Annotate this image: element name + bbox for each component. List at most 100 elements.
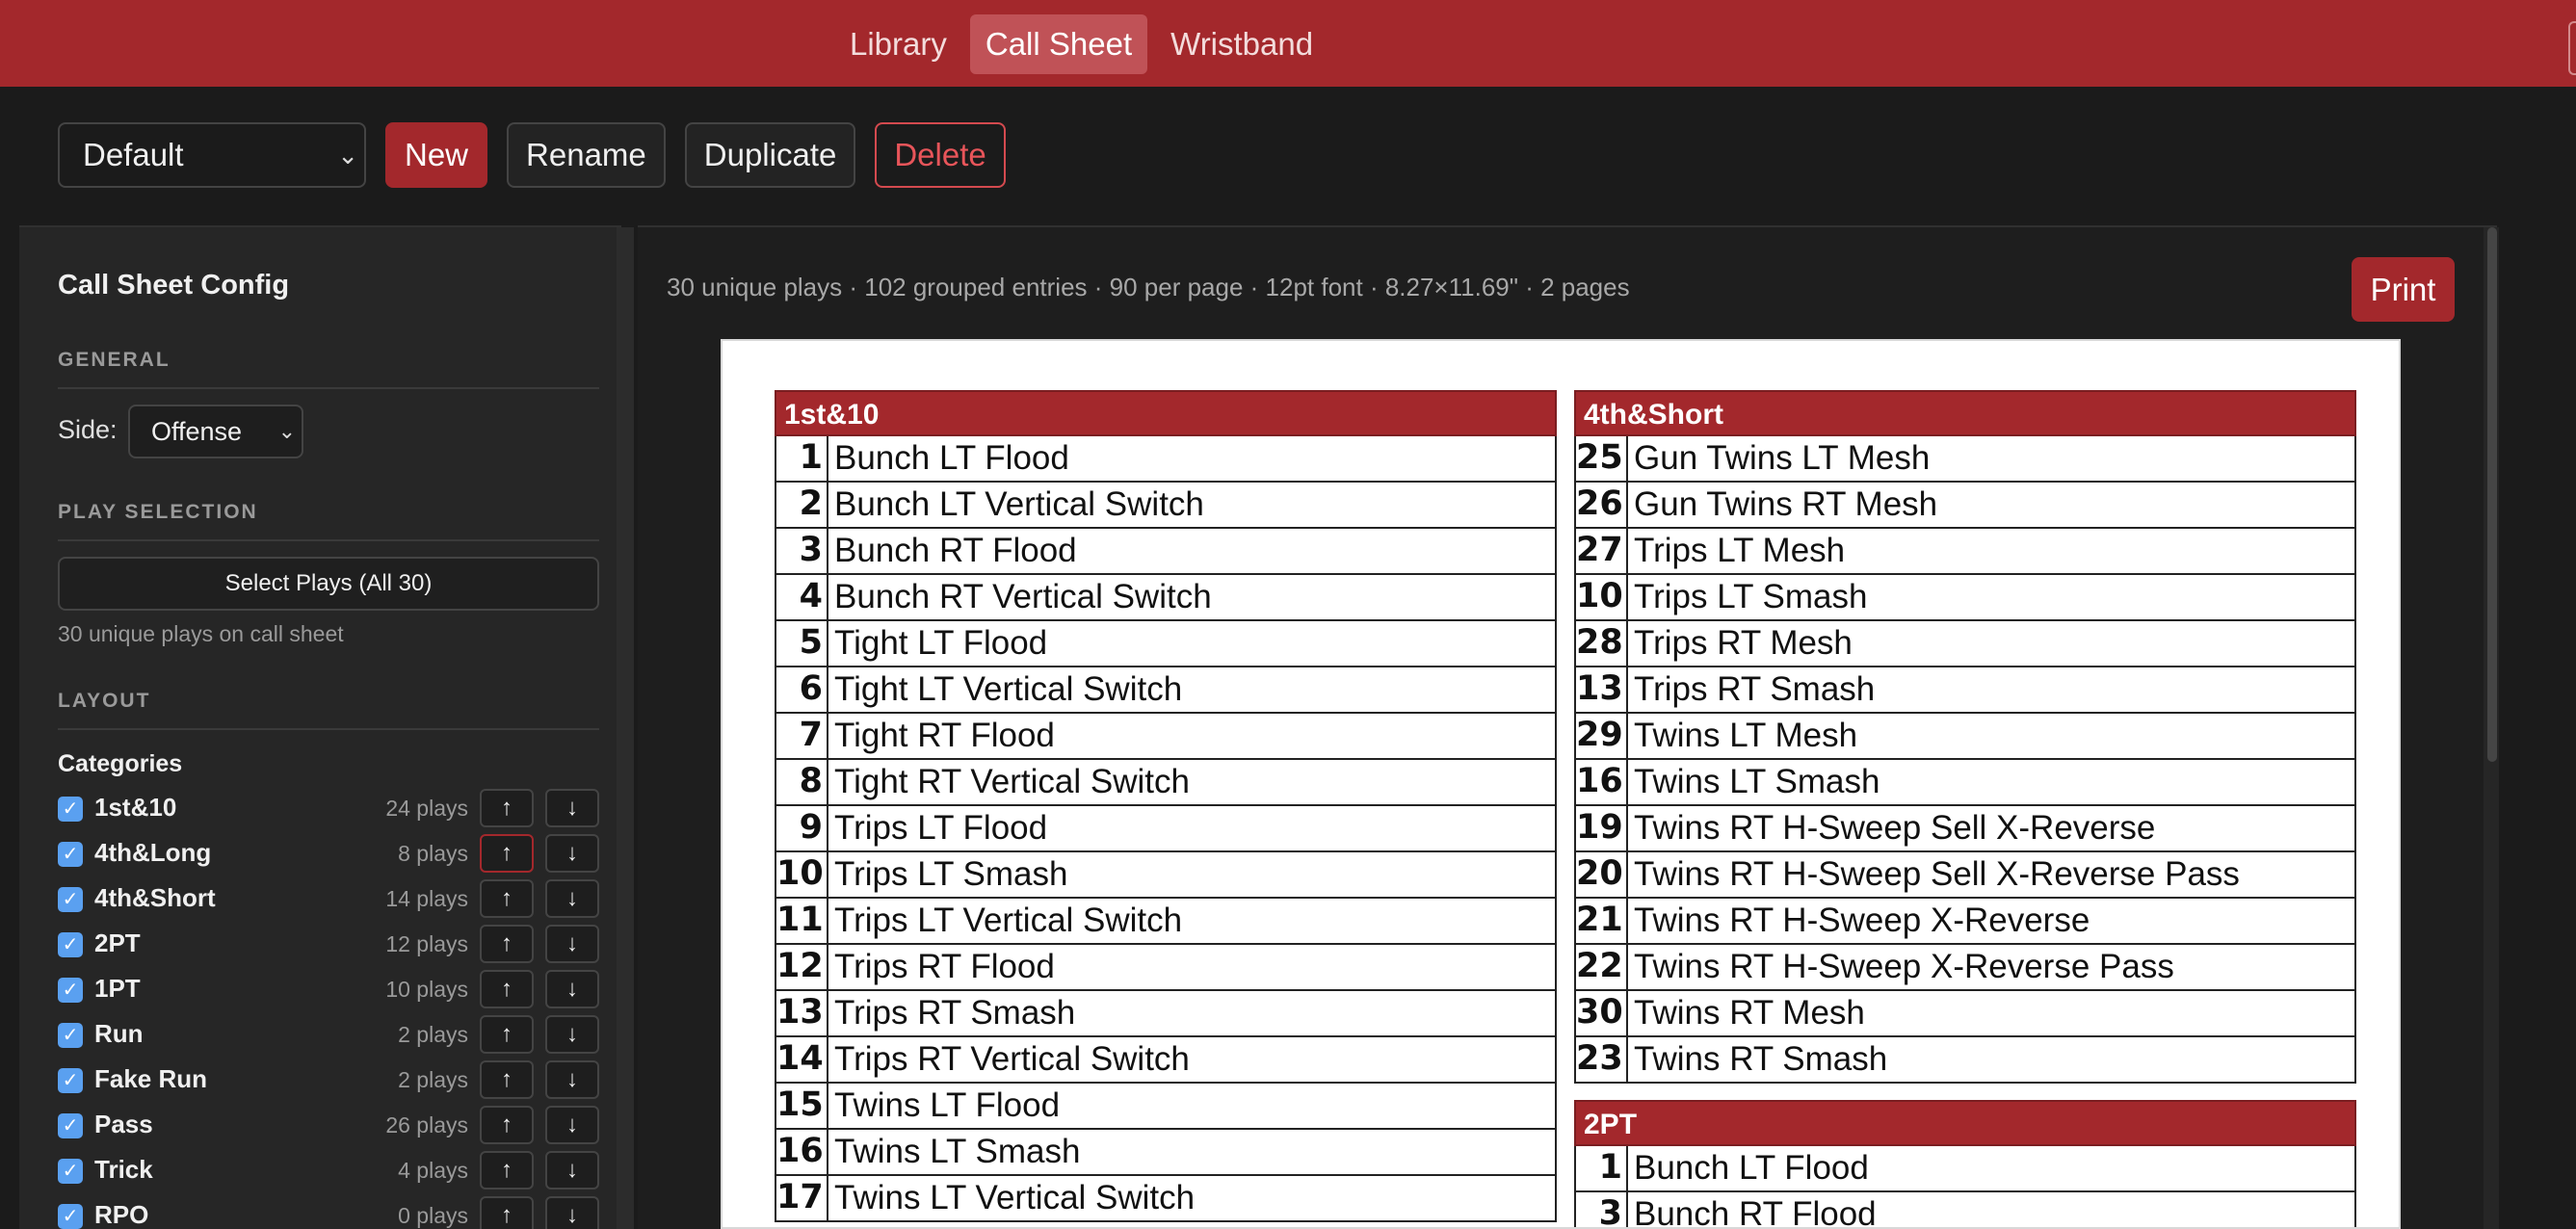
category-name: Fake Run xyxy=(94,1064,208,1093)
category-row: ✓ Run 2 plays ↑ ↓ xyxy=(58,1015,599,1054)
category-checkbox[interactable]: ✓ xyxy=(58,932,83,957)
play-number: 10 xyxy=(776,852,828,897)
new-button[interactable]: New xyxy=(385,122,488,188)
category-checkbox[interactable]: ✓ xyxy=(58,1068,83,1093)
move-down-button[interactable]: ↓ xyxy=(545,1015,599,1054)
arrow-down-icon: ↓ xyxy=(566,1111,578,1137)
sheet-row: 20 Twins RT H-Sweep Sell X-Reverse Pass xyxy=(1574,852,2356,899)
category-checkbox[interactable]: ✓ xyxy=(58,1159,83,1184)
move-up-button[interactable]: ↑ xyxy=(480,1060,534,1099)
move-down-button[interactable]: ↓ xyxy=(545,1106,599,1144)
category-checkbox[interactable]: ✓ xyxy=(58,978,83,1003)
rename-button[interactable]: Rename xyxy=(507,122,666,188)
move-up-button[interactable]: ↑ xyxy=(480,1196,534,1229)
nav-tabs: Library Call Sheet Wristband xyxy=(834,14,1328,74)
category-checkbox[interactable]: ✓ xyxy=(58,1113,83,1138)
play-name: Tight LT Flood xyxy=(834,624,1048,662)
sheet-row: 10 Trips LT Smash xyxy=(775,852,1557,899)
play-number: 13 xyxy=(776,991,828,1035)
move-up-button[interactable]: ↑ xyxy=(480,879,534,918)
category-checkbox[interactable]: ✓ xyxy=(58,1023,83,1048)
select-plays-button[interactable]: Select Plays (All 30) xyxy=(58,557,599,611)
sheet-row: 26 Gun Twins RT Mesh xyxy=(1574,483,2356,529)
sheet-row: 28 Trips RT Mesh xyxy=(1574,621,2356,667)
play-name: Twins LT Mesh xyxy=(1634,717,1858,754)
play-name: Trips LT Mesh xyxy=(1634,532,1846,569)
duplicate-button[interactable]: Duplicate xyxy=(684,122,856,188)
category-row: ✓ Trick 4 plays ↑ ↓ xyxy=(58,1151,599,1190)
category-row: ✓ 4th&Short 14 plays ↑ ↓ xyxy=(58,879,599,918)
move-up-button[interactable]: ↑ xyxy=(480,1106,534,1144)
play-number: 21 xyxy=(1576,899,1628,943)
move-up-button[interactable]: ↑ xyxy=(480,834,534,873)
sidebar-scrollbar[interactable] xyxy=(617,227,634,1229)
sheet-row: 17 Twins LT Vertical Switch xyxy=(775,1176,1557,1222)
move-up-button[interactable]: ↑ xyxy=(480,1151,534,1190)
call-sheet-page: 1st&10 1 Bunch LT Flood 2 Bunch LT Vertical … xyxy=(721,339,2401,1229)
side-select[interactable]: Offense ⌄ xyxy=(128,405,303,458)
category-play-count: 8 plays xyxy=(398,841,468,866)
category-name: Trick xyxy=(94,1155,153,1184)
arrow-up-icon: ↑ xyxy=(501,976,513,1002)
category-checkbox[interactable]: ✓ xyxy=(58,842,83,867)
sheet-row: 29 Twins LT Mesh xyxy=(1574,714,2356,760)
call-sheet-toolbar: Default ⌄ New Rename Duplicate Delete xyxy=(58,122,1006,188)
play-number: 12 xyxy=(776,945,828,989)
tab-library[interactable]: Library xyxy=(834,14,962,74)
sheet-row: 11 Trips LT Vertical Switch xyxy=(775,899,1557,945)
play-name: Twins RT H-Sweep X-Reverse Pass xyxy=(1634,948,2174,985)
play-name: Tight RT Vertical Switch xyxy=(834,763,1190,800)
arrow-up-icon: ↑ xyxy=(501,795,513,821)
sheet-row: 14 Trips RT Vertical Switch xyxy=(775,1037,1557,1084)
category-row: ✓ 1PT 10 plays ↑ ↓ xyxy=(58,970,599,1008)
move-down-button[interactable]: ↓ xyxy=(545,834,599,873)
move-up-button[interactable]: ↑ xyxy=(480,789,534,827)
play-name: Trips LT Smash xyxy=(1634,578,1868,615)
play-name: Trips LT Vertical Switch xyxy=(834,902,1183,939)
move-up-button[interactable]: ↑ xyxy=(480,925,534,963)
arrow-down-icon: ↓ xyxy=(566,1202,578,1228)
play-number: 14 xyxy=(776,1037,828,1082)
section-divider xyxy=(58,728,599,730)
play-name: Trips LT Smash xyxy=(834,855,1068,893)
tab-call-sheet[interactable]: Call Sheet xyxy=(969,14,1148,74)
play-name: Twins LT Smash xyxy=(1634,763,1880,800)
arrow-up-icon: ↑ xyxy=(501,885,513,911)
chevron-down-icon: ⌄ xyxy=(337,141,358,170)
play-number: 5 xyxy=(776,621,828,666)
play-number: 4 xyxy=(776,575,828,619)
play-name: Twins LT Flood xyxy=(834,1086,1061,1124)
category-play-count: 24 plays xyxy=(385,796,468,821)
sheet-row: 22 Twins RT H-Sweep X-Reverse Pass xyxy=(1574,945,2356,991)
move-down-button[interactable]: ↓ xyxy=(545,879,599,918)
play-name: Trips RT Smash xyxy=(1634,670,1876,708)
move-up-button[interactable]: ↑ xyxy=(480,1015,534,1054)
sheet-row: 1 Bunch LT Flood xyxy=(775,436,1557,483)
move-down-button[interactable]: ↓ xyxy=(545,970,599,1008)
print-button[interactable]: Print xyxy=(2352,257,2455,322)
move-down-button[interactable]: ↓ xyxy=(545,1196,599,1229)
category-play-count: 2 plays xyxy=(398,1022,468,1047)
move-down-button[interactable]: ↓ xyxy=(545,1060,599,1099)
move-down-button[interactable]: ↓ xyxy=(545,925,599,963)
move-down-button[interactable]: ↓ xyxy=(545,1151,599,1190)
category-checkbox[interactable]: ✓ xyxy=(58,797,83,822)
category-checkbox[interactable]: ✓ xyxy=(58,887,83,912)
sheet-row: 19 Twins RT H-Sweep Sell X-Reverse xyxy=(1574,806,2356,852)
nav-edge-button[interactable] xyxy=(2568,21,2576,75)
tab-wristband[interactable]: Wristband xyxy=(1155,14,1328,74)
play-name: Trips LT Flood xyxy=(834,809,1048,847)
category-name: 1PT xyxy=(94,974,141,1003)
delete-button[interactable]: Delete xyxy=(875,122,1006,188)
move-up-button[interactable]: ↑ xyxy=(480,970,534,1008)
arrow-up-icon: ↑ xyxy=(501,840,513,866)
move-down-button[interactable]: ↓ xyxy=(545,789,599,827)
category-row: ✓ Pass 26 plays ↑ ↓ xyxy=(58,1106,599,1144)
play-name: Twins LT Smash xyxy=(834,1133,1081,1170)
category-checkbox[interactable]: ✓ xyxy=(58,1204,83,1229)
play-name: Twins RT Smash xyxy=(1634,1040,1888,1078)
arrow-down-icon: ↓ xyxy=(566,976,578,1002)
preview-scrollbar-thumb[interactable] xyxy=(2487,227,2497,762)
call-sheet-select[interactable]: Default ⌄ xyxy=(58,122,366,188)
sheet-section-header: 2PT xyxy=(1574,1100,2356,1146)
